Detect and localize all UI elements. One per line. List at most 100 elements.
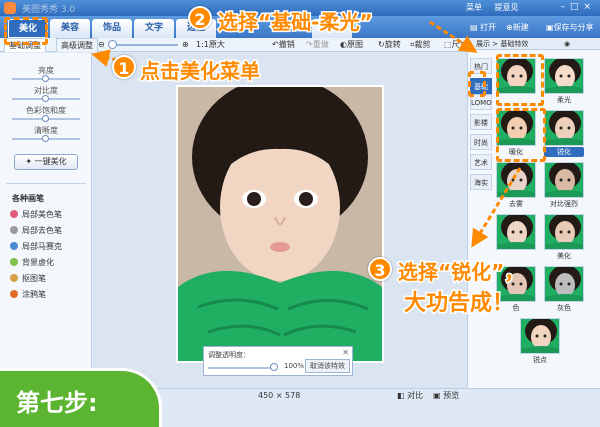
transparency-label: 调整透明度： [208, 351, 250, 359]
left-adjust-panel: 亮度 对比度 色彩饱和度 清晰度 ✦ 一键美化 各种画笔 局部美色笔 局部去色笔… [0, 53, 92, 388]
effect-item[interactable]: 美化 [544, 214, 584, 262]
effects-breadcrumb: 展示 > 基础特效 ◉ [468, 38, 600, 50]
tab-accessories[interactable]: 饰品 [92, 19, 132, 38]
divider [6, 183, 86, 184]
step-badge: 第七步: [0, 368, 162, 427]
zoom-in-icon[interactable]: ⊕ [182, 39, 189, 51]
effect-label: 柔光 [557, 96, 571, 104]
saturation-slider[interactable] [12, 115, 80, 122]
one-key-beautify-button[interactable]: ✦ 一键美化 [14, 154, 78, 170]
zoom-slider-handle[interactable] [108, 40, 117, 49]
window-controls: –□× [560, 2, 596, 12]
redo-icon: ↷ [306, 40, 313, 49]
blur-brush-icon [10, 258, 18, 266]
step-2-number: 2 [188, 6, 212, 30]
zoom-out-icon[interactable]: ⊖ [98, 39, 105, 51]
slider-handle[interactable] [42, 115, 49, 122]
highlight-soft-light [496, 54, 544, 106]
slider-handle[interactable] [42, 135, 49, 142]
menu-link[interactable]: 菜单 [466, 3, 482, 12]
clarity-slider[interactable] [12, 135, 80, 142]
brightness-slider[interactable] [12, 75, 80, 82]
brush-cutout[interactable]: 抠图笔 [10, 273, 46, 285]
tab-face[interactable]: 美容 [50, 19, 90, 38]
transparency-panel: 调整透明度： ✕ 100% 取消该特效 [203, 346, 353, 376]
crop-button[interactable]: ⌗裁剪 [410, 39, 431, 51]
feedback-link[interactable]: 提意见 [495, 3, 519, 12]
effect-item[interactable]: 灰色 [544, 266, 584, 314]
step-3-number: 3 [368, 257, 392, 281]
photo-canvas: 调整透明度： ✕ 100% 取消该特效 [93, 53, 467, 388]
compare-button[interactable]: ◧ 对比 [397, 389, 423, 403]
step-2-callout: 选择“基础-柔光” [217, 9, 375, 36]
resize-button[interactable]: ⬚尺寸 [444, 39, 468, 51]
slider-handle[interactable] [42, 95, 49, 102]
undo-button[interactable]: ↶撤销 [272, 39, 295, 51]
subtab-advanced[interactable]: 高级调整 [56, 38, 98, 52]
rotate-icon: ↻ [378, 40, 385, 49]
original-button[interactable]: ◐原图 [340, 39, 363, 51]
mosaic-brush-icon [10, 242, 18, 250]
category-fashion[interactable]: 时尚 [470, 134, 492, 150]
undo-icon: ↶ [272, 40, 279, 49]
step-3-callout: 选择“锐化”， [396, 259, 525, 286]
step-1-callout: 点击美化菜单 [139, 58, 262, 85]
transparency-close-icon[interactable]: ✕ [342, 348, 349, 357]
color-brush-icon [10, 210, 18, 218]
brush-blur-bg[interactable]: 背景虚化 [10, 257, 54, 269]
transparency-slider[interactable] [208, 367, 276, 369]
brush-local-color[interactable]: 局部美色笔 [10, 209, 62, 221]
effect-item[interactable]: 对比强烈 [544, 162, 584, 210]
preview-icon: ▣ [433, 391, 444, 400]
effect-thumbnail [544, 58, 584, 94]
effect-label: 锐化 [544, 147, 584, 157]
close-icon[interactable]: × [583, 2, 596, 12]
save-icon: ▣ [546, 23, 554, 32]
brush-doodle[interactable]: 涂鸦笔 [10, 289, 46, 301]
effect-item[interactable]: 锐化 [544, 110, 584, 158]
effect-label: 对比强烈 [550, 200, 578, 208]
save-share-button[interactable]: ▣保存与分享 [546, 20, 594, 36]
category-art[interactable]: 艺术 [470, 154, 492, 170]
effect-item[interactable]: 去雾 [496, 162, 536, 210]
effect-label: 美化 [557, 252, 571, 260]
tab-text[interactable]: 文字 [134, 19, 174, 38]
magic-wand-icon: ✦ [25, 157, 35, 166]
category-studio[interactable]: 影楼 [470, 114, 492, 130]
brush-mosaic[interactable]: 局部马赛克 [10, 241, 62, 253]
effect-label: 锐点 [533, 356, 547, 364]
effect-thumbnail [520, 318, 560, 354]
maximize-icon[interactable]: □ [570, 2, 584, 12]
portrait-illustration [178, 87, 382, 361]
slider-handle[interactable] [42, 75, 49, 82]
collapse-icon[interactable]: ◉ [564, 38, 570, 50]
breadcrumb-text: 展示 > 基础特效 [476, 40, 529, 48]
category-other[interactable]: 海实 [470, 174, 492, 190]
cutout-brush-icon [10, 274, 18, 282]
redo-button[interactable]: ↷重做 [306, 39, 329, 51]
highlight-basic-category [468, 71, 486, 97]
effect-thumbnail [544, 110, 584, 146]
open-button[interactable]: ▤ 打开 [470, 20, 496, 36]
effect-item[interactable]: 柔光 [544, 58, 584, 106]
effect-item[interactable]: 锐点 [520, 318, 560, 366]
effect-item[interactable] [496, 214, 536, 262]
transparency-slider-handle[interactable] [270, 363, 278, 371]
new-button[interactable]: ⊕新建 [506, 20, 529, 36]
decolor-brush-icon [10, 226, 18, 234]
minimize-icon[interactable]: – [560, 2, 570, 12]
effect-thumbnail [544, 214, 584, 250]
plus-icon: ⊕ [506, 23, 513, 32]
edited-photo[interactable] [176, 85, 384, 363]
rotate-button[interactable]: ↻旋转 [378, 39, 401, 51]
actual-size-button[interactable]: 1:1原大 [196, 39, 225, 51]
effect-thumbnail [496, 162, 536, 198]
highlight-sharpen [496, 108, 546, 162]
zoom-slider[interactable] [114, 44, 178, 46]
brushes-title: 各种画笔 [12, 194, 44, 203]
cancel-effect-button[interactable]: 取消该特效 [305, 359, 350, 373]
contrast-slider[interactable] [12, 95, 80, 102]
preview-button[interactable]: ▣ 预览 [433, 389, 459, 403]
effect-thumbnail [496, 214, 536, 250]
brush-local-decolor[interactable]: 局部去色笔 [10, 225, 62, 237]
